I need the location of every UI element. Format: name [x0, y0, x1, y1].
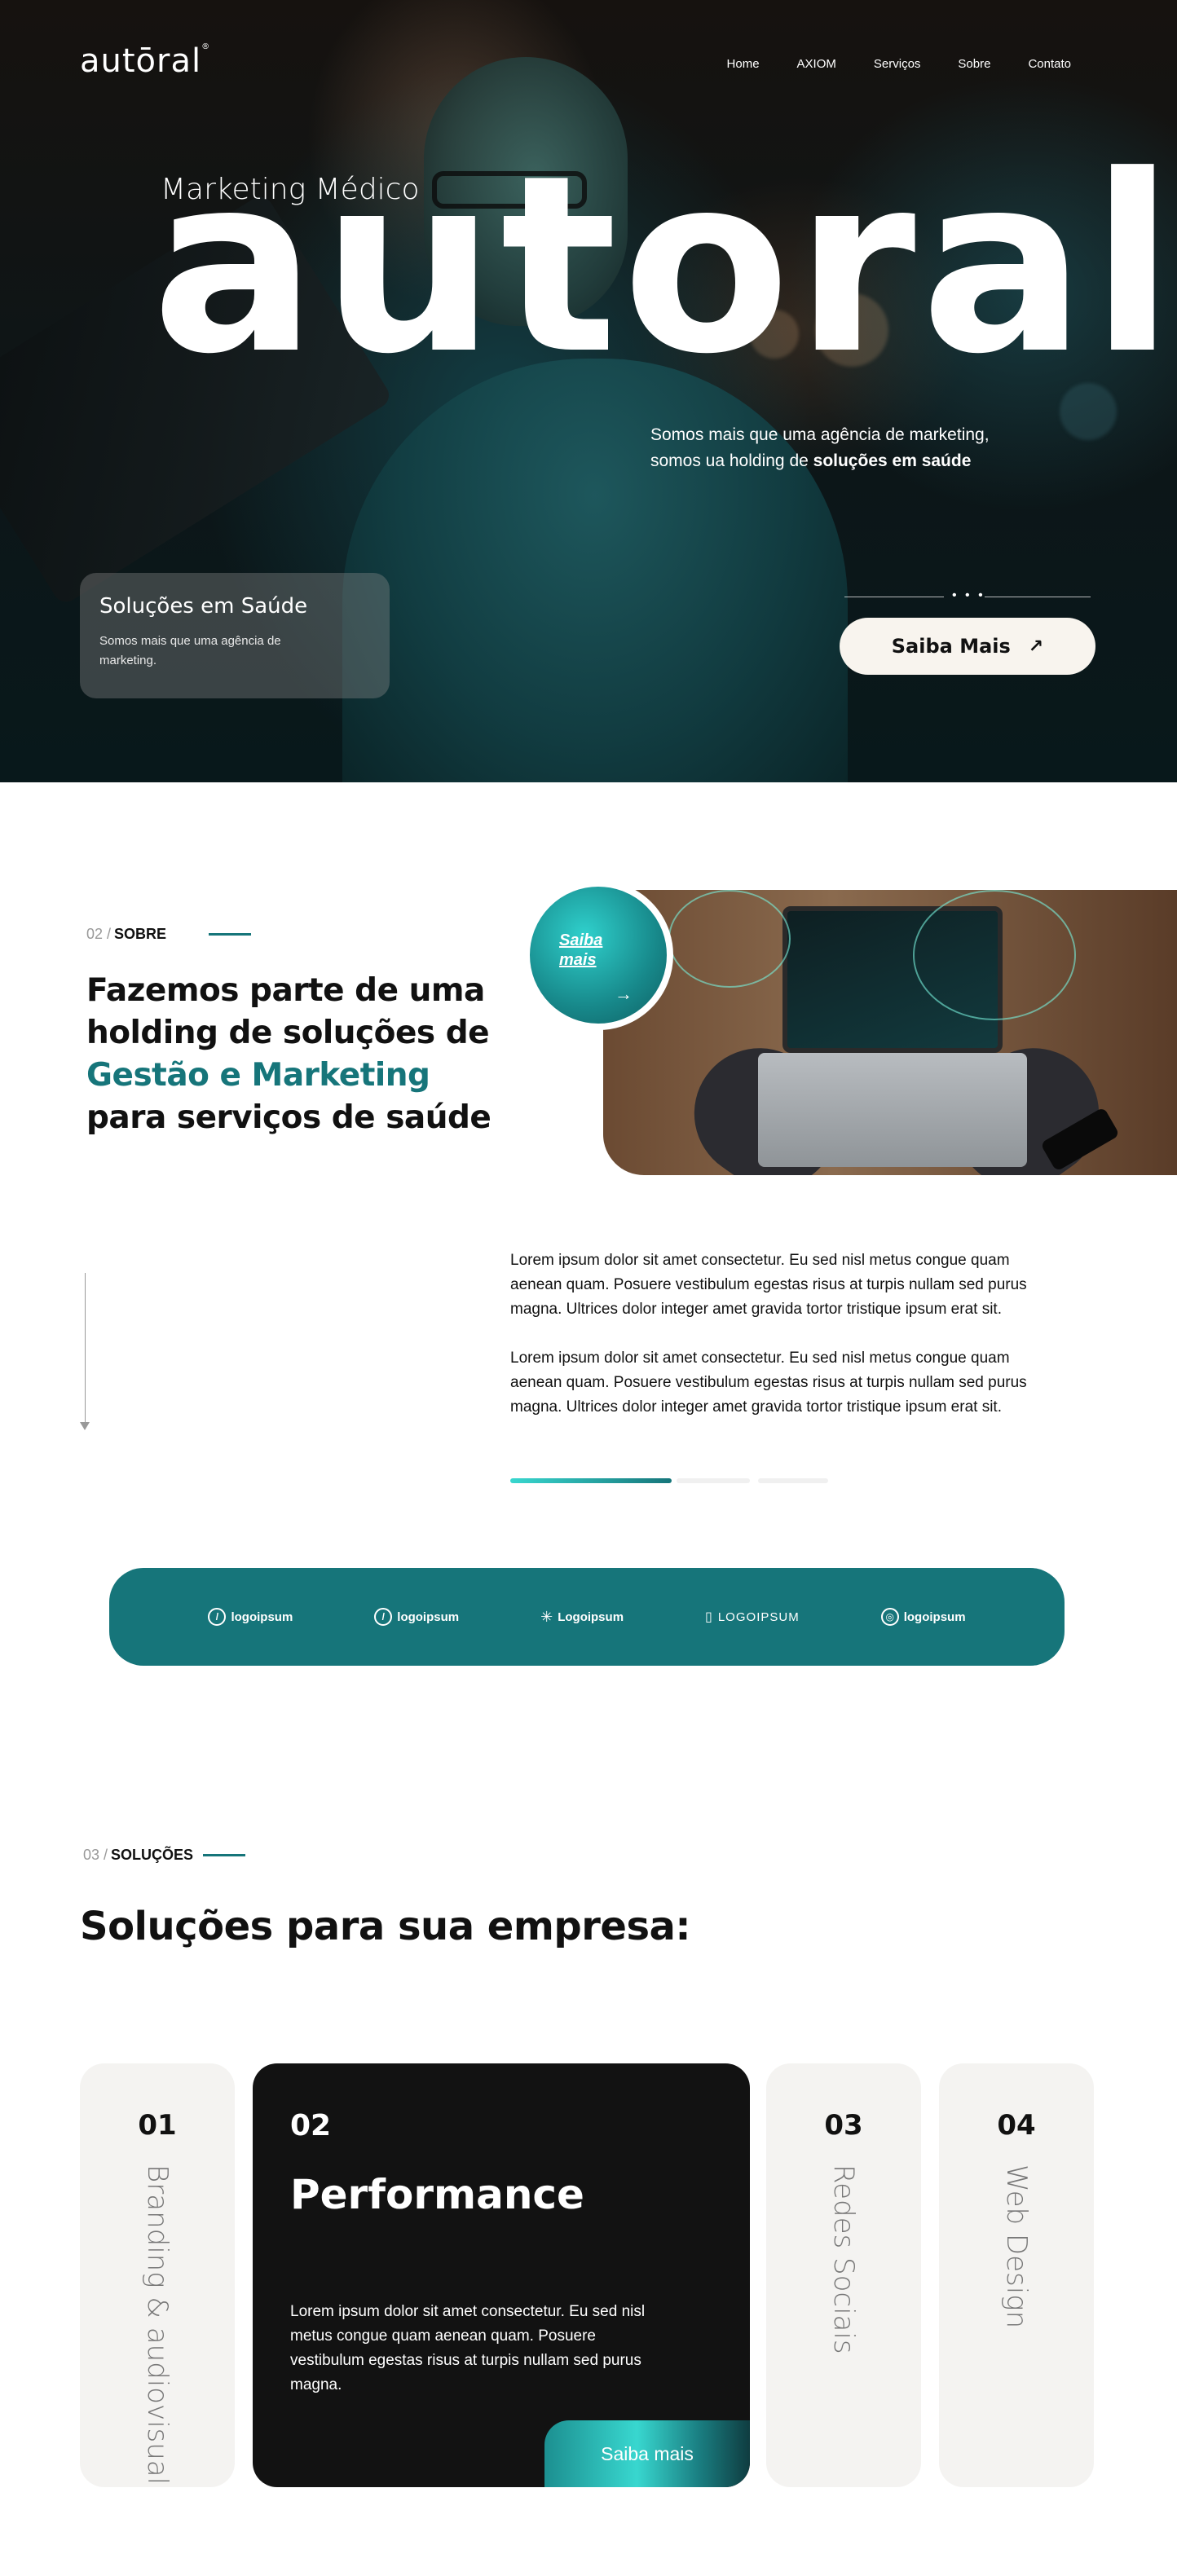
partner-logo[interactable]: ▯ LOGOIPSUM: [705, 1609, 800, 1625]
card-label: Redes Sociais: [827, 2164, 860, 2354]
circle-slash-icon: /: [208, 1608, 227, 1626]
about-title-line-4: para serviços de saúde: [86, 1099, 492, 1136]
solutions-title: Soluções para sua empresa:: [80, 1904, 691, 1949]
photo-keyboard: [758, 1053, 1027, 1167]
partner-name: LOGOIPSUM: [717, 1609, 800, 1624]
photo-hologram: [668, 890, 791, 988]
solution-card-performance[interactable]: 02 Performance Lorem ipsum dolor sit ame…: [253, 2063, 750, 2487]
card-number: 03: [824, 2109, 863, 2142]
nav-axiom[interactable]: AXIOM: [797, 57, 836, 71]
partner-name: Logoipsum: [558, 1609, 624, 1624]
partners-logo-bar: / logoipsum / logoipsum ✳ Logoipsum ▯ LOGOIP…: [109, 1568, 1065, 1666]
hero-info-card: Soluções em Saúde Somos mais que uma agê…: [80, 573, 390, 698]
about-title: Fazemos parte de uma holding de soluções…: [86, 970, 510, 1139]
photo-hologram: [913, 890, 1076, 1020]
partner-logo[interactable]: ✳ Logoipsum: [540, 1609, 624, 1626]
solutions-section-label: 03 / SOLUÇÕES: [83, 1847, 246, 1864]
partner-logo[interactable]: / logoipsum: [374, 1608, 459, 1626]
solution-card-web-design[interactable]: 04 Web Design: [939, 2063, 1094, 2487]
main-nav: Home AXIOM Serviços Sobre Contato: [727, 57, 1071, 71]
about-title-line-1: Fazemos parte de uma: [86, 972, 485, 1009]
solution-card-branding[interactable]: 01 Branding & audiovisual: [80, 2063, 235, 2487]
card-number: 04: [997, 2109, 1036, 2142]
logo-registered-mark: ®: [201, 42, 211, 51]
hero-card-title: Soluções em Saúde: [99, 594, 308, 619]
card-title: Performance: [290, 2171, 584, 2218]
card-saiba-mais-button[interactable]: Saiba mais: [544, 2420, 750, 2487]
about-image-laptop: [603, 890, 1177, 1175]
card-number: 01: [138, 2109, 177, 2142]
hero-description: Somos mais que uma agência de marketing,…: [650, 422, 1034, 474]
hero-card-text: Somos mais que uma agência de marketing.: [99, 634, 281, 667]
partner-name: logoipsum: [231, 1609, 293, 1624]
slider-indicator[interactable]: [758, 1478, 828, 1483]
nav-sobre[interactable]: Sobre: [958, 57, 990, 71]
nav-servicos[interactable]: Serviços: [874, 57, 921, 71]
bulb-icon: ▯: [705, 1610, 713, 1624]
nav-contato[interactable]: Contato: [1028, 57, 1071, 71]
solutions-section-number: 03 /: [83, 1847, 108, 1863]
about-paragraph-1: Lorem ipsum dolor sit amet consectetur. …: [510, 1252, 1027, 1318]
card-number: 02: [290, 2109, 332, 2142]
about-section-label: 02 / SOBRE: [86, 926, 252, 943]
about-section-name: SOBRE: [114, 926, 167, 942]
saiba-mais-label: Saiba Mais: [891, 635, 1011, 658]
scroll-indicator-line: [85, 1273, 86, 1428]
about-paragraph-2: Lorem ipsum dolor sit amet consectetur. …: [510, 1350, 1027, 1416]
arrow-right-icon: →: [615, 984, 633, 1004]
arrow-up-right-icon: ↗: [1028, 636, 1044, 657]
card-text: Lorem ipsum dolor sit amet consectetur. …: [290, 2303, 646, 2393]
hero-description-bold: soluções em saúde: [813, 451, 972, 470]
hero-section: autōral® Home AXIOM Serviços Sobre Conta…: [0, 0, 1177, 782]
saiba-mais-button[interactable]: Saiba Mais ↗: [840, 618, 1095, 675]
nav-home[interactable]: Home: [727, 57, 760, 71]
circle-slash-icon: /: [374, 1608, 393, 1626]
slider-indicator[interactable]: [677, 1478, 750, 1483]
arrow-down-icon: [80, 1422, 90, 1430]
badge-label: Saiba mais: [559, 931, 603, 969]
logo-text: autōral: [80, 42, 202, 80]
solution-card-redes-sociais[interactable]: 03 Redes Sociais: [766, 2063, 921, 2487]
spiral-icon: ◎: [880, 1608, 899, 1626]
card-label: Web Design: [1000, 2164, 1033, 2329]
hero-divider-dots: • • •: [952, 588, 985, 602]
about-title-accent: Gestão e Marketing: [86, 1057, 430, 1094]
partner-logo[interactable]: / logoipsum: [208, 1608, 293, 1626]
saiba-mais-badge[interactable]: Saiba mais →: [523, 880, 673, 1030]
asterisk-icon: ✳: [540, 1608, 553, 1625]
site-logo[interactable]: autōral®: [80, 42, 210, 80]
about-title-line-2: holding de soluções de: [86, 1015, 490, 1051]
card-label: Branding & audiovisual: [141, 2164, 174, 2486]
partner-name: logoipsum: [397, 1609, 460, 1624]
partner-name: logoipsum: [903, 1609, 966, 1624]
partner-logo[interactable]: ◎ logoipsum: [880, 1608, 966, 1626]
about-label-accent-line: [209, 933, 252, 936]
slider-indicator-active[interactable]: [510, 1478, 672, 1483]
hero-kicker: Marketing Médico: [161, 173, 420, 206]
about-section-number: 02 /: [86, 926, 112, 942]
solutions-label-accent-line: [203, 1854, 246, 1856]
solutions-section-name: SOLUÇÕES: [111, 1847, 194, 1863]
